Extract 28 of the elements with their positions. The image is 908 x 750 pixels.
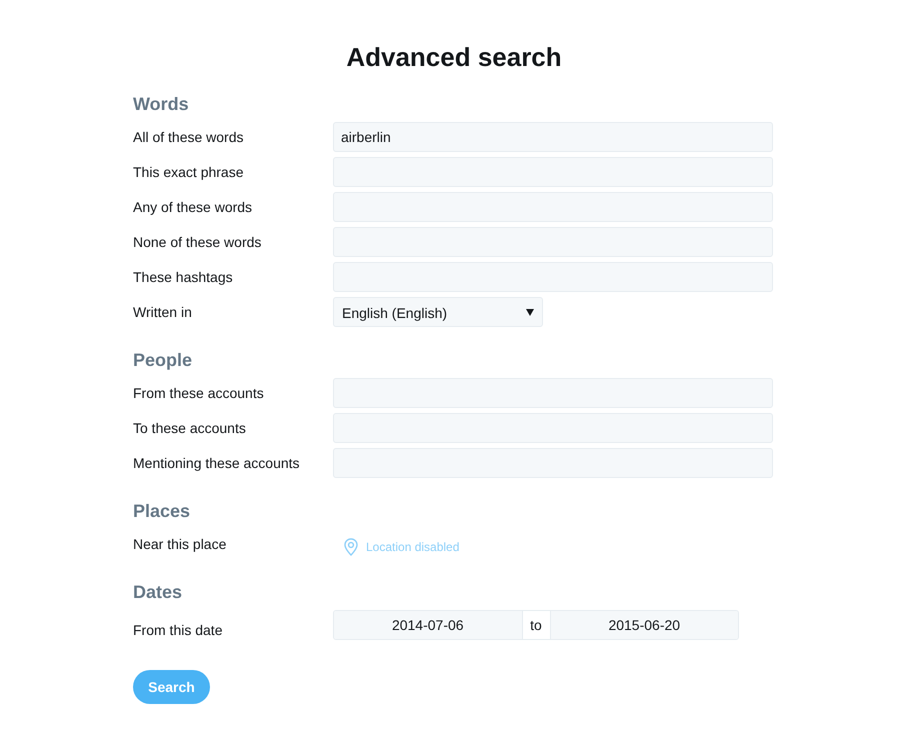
text-input-field[interactable]	[333, 227, 773, 257]
section-heading: Places	[133, 500, 190, 523]
field-label: These hashtags	[133, 268, 234, 286]
text-input-field[interactable]	[333, 192, 773, 222]
text-input-field[interactable]	[333, 448, 773, 478]
language-select[interactable]: English (English)	[333, 297, 543, 327]
section-heading: People	[133, 349, 192, 372]
field-label: Near this place	[133, 535, 228, 553]
field-label: From these accounts	[133, 384, 265, 402]
text-input-field[interactable]	[333, 378, 773, 408]
caret-icon	[526, 308, 534, 316]
text-input-field[interactable]	[333, 262, 773, 292]
section-heading: Words	[133, 93, 189, 116]
field-label: Any of these words	[133, 198, 254, 216]
text-input-field[interactable]	[333, 413, 773, 443]
field-label: Mentioning these accounts	[133, 454, 301, 472]
text-input-field[interactable]	[333, 157, 773, 187]
field-label: None of these words	[133, 233, 262, 251]
field-label: Written in	[133, 303, 193, 321]
text-input-field[interactable]: airberlin	[333, 122, 773, 152]
page-title: Advanced search	[346, 42, 562, 72]
field-label: To these accounts	[133, 419, 247, 437]
location-status-text: Location disabled	[366, 539, 460, 555]
field-label: From this date	[133, 621, 224, 639]
section-heading: Dates	[133, 581, 182, 604]
field-label: This exact phrase	[133, 163, 244, 181]
field-label: All of these words	[133, 128, 244, 146]
location-pin-icon	[344, 538, 358, 556]
